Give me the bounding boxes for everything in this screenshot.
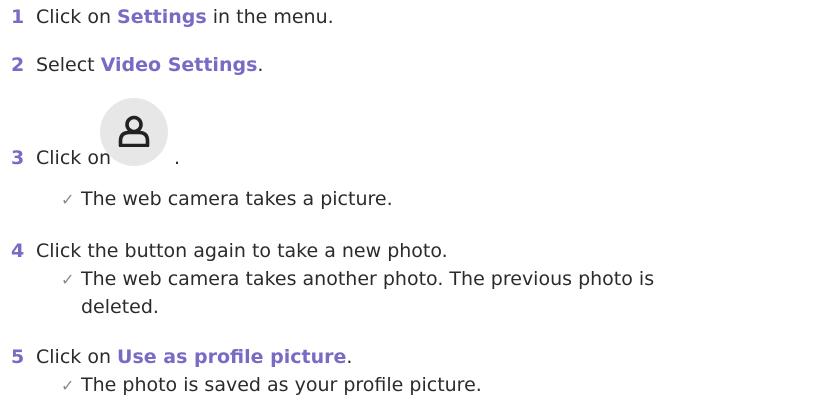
step-text: Select Video Settings. [36,54,264,76]
step-text: Click on Settings in the menu. [36,6,334,28]
checkmark-icon: ✓ [61,270,75,289]
settings-menu-label: Settings [117,6,207,28]
step-number: 3 [11,147,25,169]
result-text: The web camera takes another photo. The … [81,268,655,290]
take-photo-button[interactable] [100,98,168,166]
step-number: 1 [11,6,25,28]
result-text: The web camera takes a picture. [81,188,393,210]
step-text: Click the button again to take a new pho… [36,240,448,262]
step-number: 4 [11,240,25,262]
step-text: Click on Use as profile picture. [36,346,353,368]
user-profile-icon [118,115,150,147]
video-settings-label: Video Settings [100,54,258,76]
step-number: 5 [11,346,25,368]
step-text: Click on [36,147,111,169]
step-number: 2 [11,54,25,76]
checkmark-icon: ✓ [61,376,75,395]
checkmark-icon: ✓ [61,190,75,209]
use-as-profile-picture-label: Use as profile picture [117,346,347,368]
step-text-end: . [174,147,181,169]
result-text: deleted. [81,296,159,318]
result-text: The photo is saved as your profile pictu… [81,374,482,396]
